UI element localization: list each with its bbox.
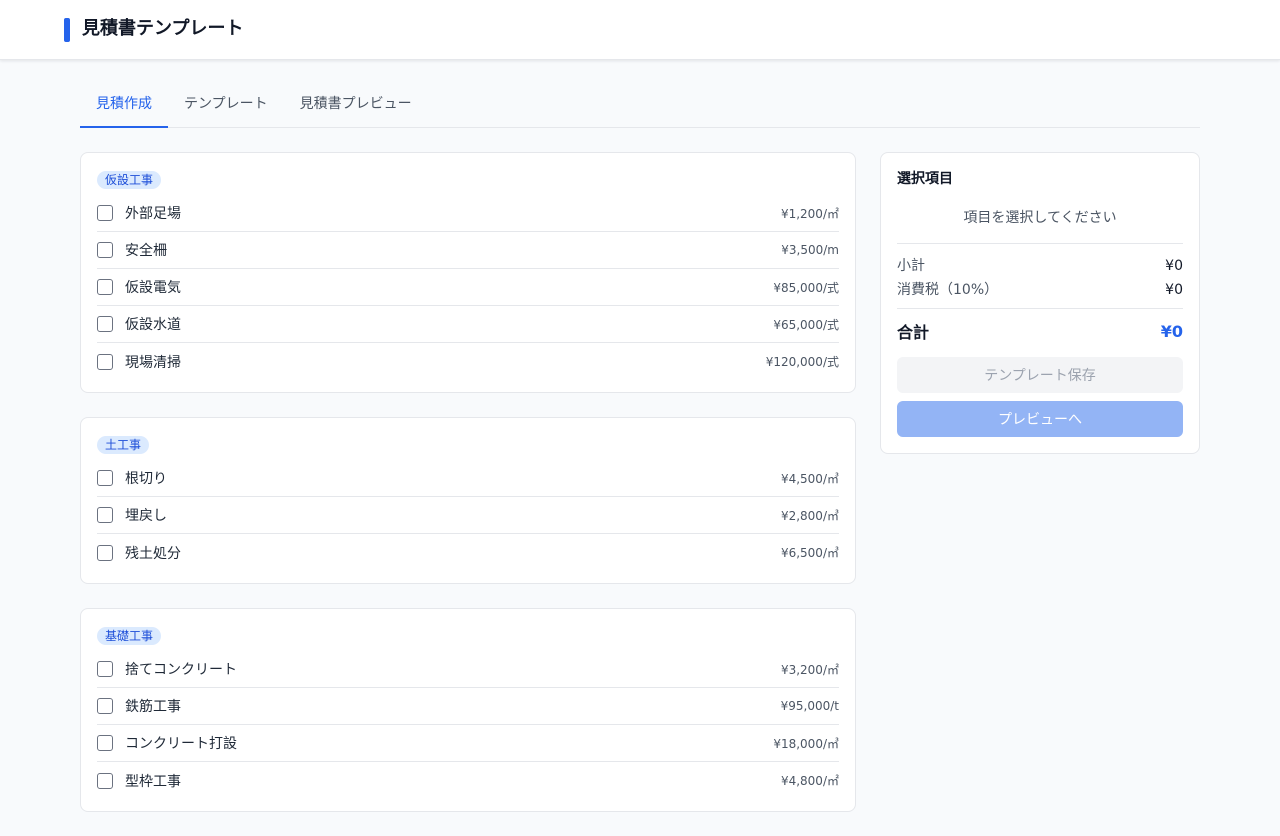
app-header: 見積書テンプレート: [0, 0, 1280, 60]
item-name: 型枠工事: [125, 773, 181, 790]
item-name: 安全柵: [125, 243, 167, 259]
item-checkbox[interactable]: [97, 353, 113, 370]
item-name: 根切り: [125, 471, 167, 487]
item-price: ¥3,200/㎡: [780, 662, 839, 677]
list-item[interactable]: 安全柵 ¥3,500/m: [97, 232, 839, 269]
item-price: ¥120,000/式: [765, 355, 839, 369]
item-name: 現場清掃: [125, 354, 181, 371]
list-item[interactable]: 埋戻し ¥2,800/㎥: [97, 497, 839, 534]
item-checkbox[interactable]: [97, 507, 113, 523]
list-item[interactable]: 型枠工事 ¥4,800/㎡: [97, 762, 839, 799]
list-item[interactable]: 根切り ¥4,500/㎥: [97, 460, 839, 497]
empty-message: 項目を選択してください: [897, 189, 1183, 244]
item-name: 埋戻し: [125, 508, 167, 524]
item-checkbox[interactable]: [97, 698, 113, 714]
item-checkbox[interactable]: [97, 470, 113, 486]
item-checkbox[interactable]: [97, 279, 113, 295]
item-checkbox[interactable]: [97, 661, 113, 677]
tab-templates[interactable]: テンプレート: [168, 84, 284, 128]
list-item[interactable]: 仮設電気 ¥85,000/式: [97, 269, 839, 306]
item-checkbox[interactable]: [97, 772, 113, 789]
tax-label: 消費税（10%）: [897, 282, 999, 298]
item-checkbox[interactable]: [97, 735, 113, 751]
selection-summary-panel: 選択項目 項目を選択してください 小計 ¥0 消費税（10%） ¥0 合計 ¥0…: [880, 152, 1200, 454]
summary-title: 選択項目: [897, 171, 953, 187]
subtotal-block: 小計 ¥0 消費税（10%） ¥0: [897, 244, 1183, 309]
item-price: ¥18,000/㎥: [773, 736, 839, 751]
item-name: 鉄筋工事: [125, 699, 181, 715]
item-checkbox[interactable]: [97, 544, 113, 561]
total-label: 合計: [897, 323, 930, 342]
category-badge: 仮設工事: [97, 171, 162, 189]
item-checkbox[interactable]: [97, 242, 113, 258]
total-row: 合計 ¥0: [897, 309, 1183, 357]
item-price: ¥6,500/㎥: [780, 546, 839, 560]
subtotal-value: ¥0: [1165, 258, 1183, 274]
page-title: 見積書テンプレート: [82, 18, 244, 39]
go-preview-button[interactable]: プレビューへ: [897, 401, 1183, 437]
item-name: 捨てコンクリート: [125, 662, 237, 678]
list-item[interactable]: 現場清掃 ¥120,000/式: [97, 343, 839, 380]
item-price: ¥65,000/式: [773, 317, 839, 332]
category-list: 仮設工事 外部足場 ¥1,200/㎡ 安全柵 ¥3,500/m 仮設電気 ¥85…: [80, 152, 856, 836]
header-accent-bar: [64, 18, 70, 42]
item-price: ¥3,500/m: [781, 243, 839, 257]
item-price: ¥4,500/㎥: [780, 471, 839, 486]
tax-value: ¥0: [1165, 282, 1183, 298]
item-name: 残土処分: [125, 545, 181, 562]
category-card-temporary: 仮設工事 外部足場 ¥1,200/㎡ 安全柵 ¥3,500/m 仮設電気 ¥85…: [80, 152, 856, 393]
list-item[interactable]: 外部足場 ¥1,200/㎡: [97, 195, 839, 232]
item-name: 仮設水道: [125, 317, 181, 333]
tab-estimate[interactable]: 見積作成: [80, 84, 168, 128]
item-checkbox[interactable]: [97, 316, 113, 332]
item-price: ¥85,000/式: [773, 280, 839, 295]
tab-preview[interactable]: 見積書プレビュー: [284, 84, 428, 128]
category-badge: 土工事: [97, 436, 150, 454]
item-name: 仮設電気: [125, 280, 181, 296]
item-name: コンクリート打設: [125, 736, 237, 752]
item-name: 外部足場: [125, 206, 181, 222]
item-checkbox[interactable]: [97, 205, 113, 221]
item-price: ¥2,800/㎥: [780, 508, 839, 523]
item-price: ¥4,800/㎡: [780, 774, 839, 788]
tab-bar: 見積作成 テンプレート 見積書プレビュー: [80, 84, 1200, 128]
subtotal-label: 小計: [897, 258, 925, 274]
list-item[interactable]: 鉄筋工事 ¥95,000/t: [97, 688, 839, 725]
tax-row: 消費税（10%） ¥0: [897, 278, 1183, 302]
list-item[interactable]: コンクリート打設 ¥18,000/㎥: [97, 725, 839, 762]
item-price: ¥1,200/㎡: [780, 206, 839, 221]
list-item[interactable]: 仮設水道 ¥65,000/式: [97, 306, 839, 343]
total-value: ¥0: [1160, 321, 1183, 341]
subtotal-row: 小計 ¥0: [897, 254, 1183, 278]
list-item[interactable]: 残土処分 ¥6,500/㎥: [97, 534, 839, 571]
category-card-earthwork: 土工事 根切り ¥4,500/㎥ 埋戻し ¥2,800/㎥ 残土処分 ¥6,50…: [80, 417, 856, 584]
save-template-button[interactable]: テンプレート保存: [897, 357, 1183, 393]
list-item[interactable]: 捨てコンクリート ¥3,200/㎡: [97, 651, 839, 688]
category-card-foundation: 基礎工事 捨てコンクリート ¥3,200/㎡ 鉄筋工事 ¥95,000/t コン…: [80, 608, 856, 812]
item-price: ¥95,000/t: [780, 699, 839, 713]
category-badge: 基礎工事: [97, 627, 162, 645]
